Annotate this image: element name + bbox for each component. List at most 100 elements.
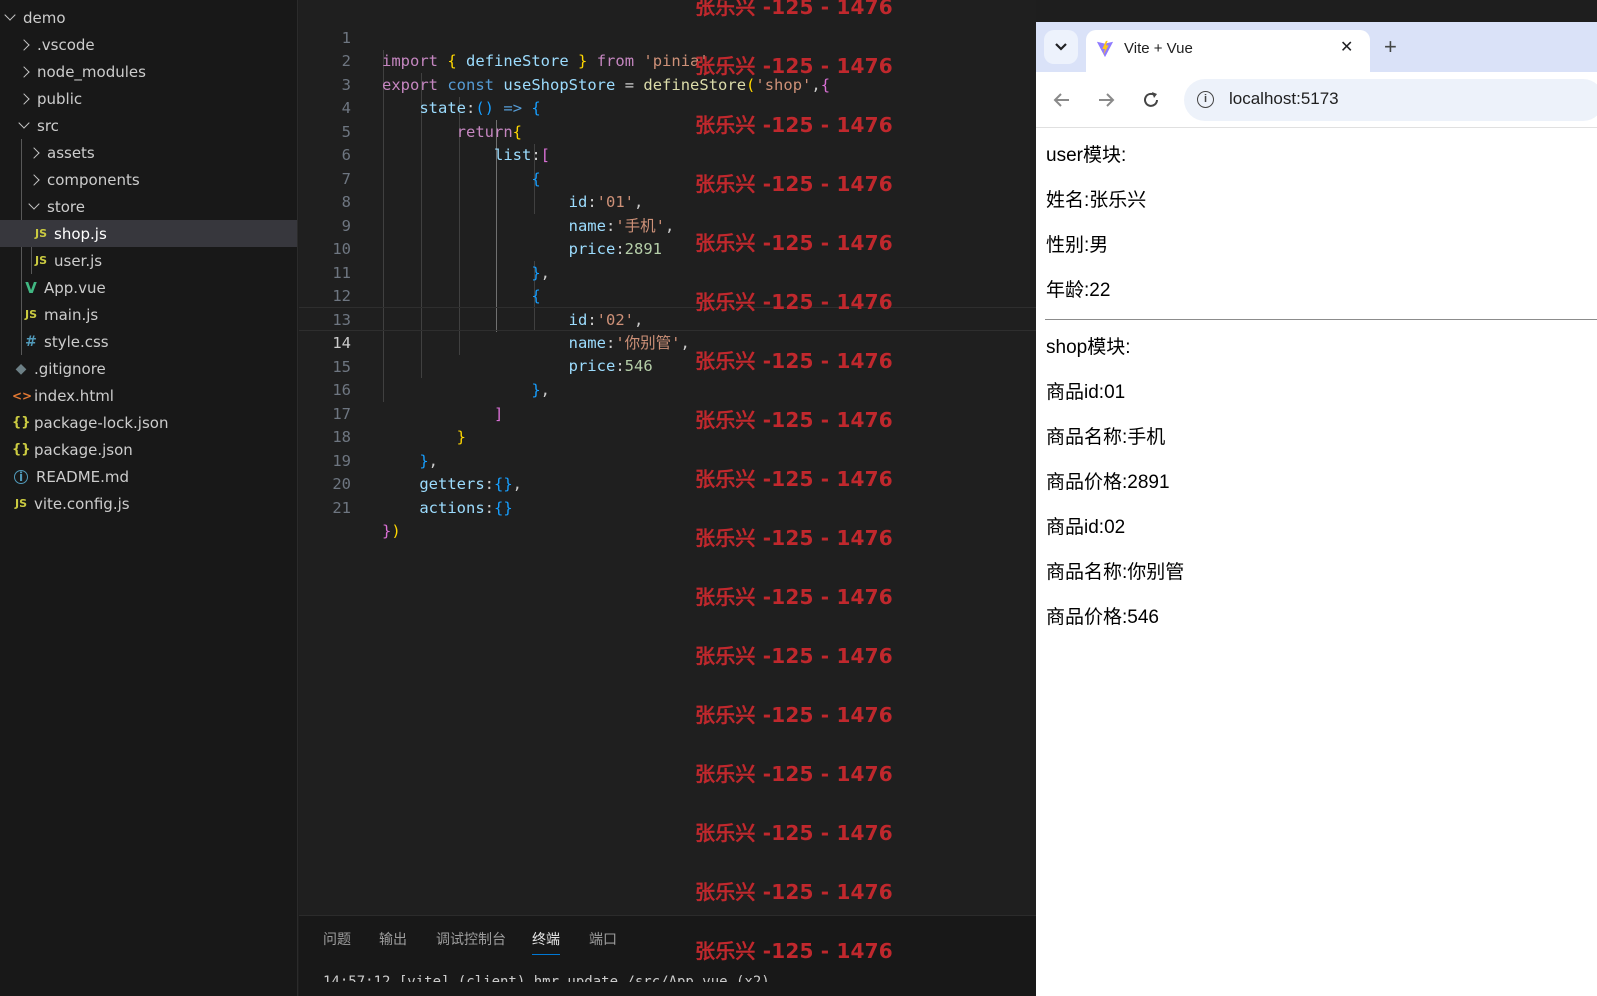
json-file-icon: {} xyxy=(12,415,31,430)
code-line: 15 }, xyxy=(299,332,1036,400)
code-line: 2 export const useShopStore = defineStor… xyxy=(299,27,1036,94)
bottom-panel: 问题 输出 调试控制台 终端 端口 14:57:12 [vite] (clien… xyxy=(299,915,1036,996)
url-text: localhost:5173 xyxy=(1229,89,1339,108)
code-line: 21 }) xyxy=(299,473,1036,541)
tree-item-main-js[interactable]: JS main.js xyxy=(0,301,297,328)
tree-item-shop-js[interactable]: JS shop.js xyxy=(0,220,297,247)
code-line: 18 }, xyxy=(299,403,1036,470)
tree-item-label: package.json xyxy=(34,440,133,459)
file-explorer: demo .vscode node_modules public src ass… xyxy=(0,0,298,996)
code-line: 8 name:'手机', xyxy=(299,168,1036,235)
tab-ports[interactable]: 端口 xyxy=(589,929,617,954)
tab-problems[interactable]: 问题 xyxy=(323,929,351,954)
code-line: 12 id:'02', xyxy=(299,262,1036,329)
chevron-right-icon xyxy=(28,146,40,159)
code-line: 6 { xyxy=(299,121,1036,188)
tree-item-assets[interactable]: assets xyxy=(0,139,297,166)
chevron-right-icon xyxy=(28,173,40,186)
tree-item-node-modules[interactable]: node_modules xyxy=(0,58,297,85)
tab-search-button[interactable] xyxy=(1044,30,1078,64)
tree-item-style-css[interactable]: # style.css xyxy=(0,328,297,355)
user-gender-text: 性别:男 xyxy=(1046,235,1109,256)
product-price-text: 商品价格:546 xyxy=(1046,607,1159,628)
tree-item-label: README.md xyxy=(36,467,130,486)
chevron-down-icon xyxy=(1055,43,1067,51)
tree-item-label: style.css xyxy=(44,332,109,351)
new-tab-icon[interactable]: + xyxy=(1384,34,1397,60)
user-name-text: 姓名:张乐兴 xyxy=(1046,190,1147,211)
browser-window: Vite + Vue ✕ + i localhost:5173 user模块: … xyxy=(1036,22,1597,996)
tree-item-store[interactable]: store xyxy=(0,193,297,220)
tree-item-label: components xyxy=(47,170,140,189)
tree-item-label: shop.js xyxy=(54,224,107,243)
tree-item-package-lock-json[interactable]: {} package-lock.json xyxy=(0,409,297,436)
token: ) xyxy=(391,522,401,540)
tab-title: Vite + Vue xyxy=(1124,40,1193,57)
close-icon[interactable]: ✕ xyxy=(1340,37,1353,56)
root-folder-label: demo xyxy=(23,8,66,27)
product-name-text: 商品名称:手机 xyxy=(1046,427,1166,448)
code-line: 11 { xyxy=(299,238,1036,306)
address-bar[interactable]: i localhost:5173 xyxy=(1184,79,1597,121)
js-file-icon: JS xyxy=(34,227,47,240)
site-info-icon[interactable]: i xyxy=(1197,91,1214,108)
browser-toolbar: i localhost:5173 xyxy=(1036,72,1597,128)
back-arrow-icon[interactable] xyxy=(1052,90,1072,110)
browser-tab-active[interactable]: Vite + Vue ✕ xyxy=(1086,30,1370,72)
code-line: 13 name:'你别管', xyxy=(299,285,1036,353)
code-line: 1 import { defineStore } from 'pinia' xyxy=(299,3,1036,71)
tab-output[interactable]: 输出 xyxy=(379,929,407,954)
tree-item-public[interactable]: public xyxy=(0,85,297,112)
tree-item-gitignore[interactable]: ◆ .gitignore xyxy=(0,355,297,382)
tree-item-vite-config-js[interactable]: JS vite.config.js xyxy=(0,490,297,517)
shop-module-heading: shop模块: xyxy=(1046,337,1131,358)
tree-item-label: public xyxy=(37,89,83,108)
code-text: actions:{} xyxy=(382,497,513,521)
user-module-heading: user模块: xyxy=(1046,145,1127,166)
tab-debug-console[interactable]: 调试控制台 xyxy=(436,929,506,954)
tab-strip: Vite + Vue ✕ + xyxy=(1036,22,1597,72)
chevron-down-icon xyxy=(4,9,16,21)
tree-item-label: .gitignore xyxy=(34,359,106,378)
tree-item-label: index.html xyxy=(34,386,114,405)
code-line: 19 getters:{}, xyxy=(299,426,1036,494)
token: actions xyxy=(419,498,485,517)
reload-icon[interactable] xyxy=(1141,90,1161,110)
terminal-output-line: 14:57:12 [vite] (client) hmr update /src… xyxy=(323,974,770,982)
product-id-text: 商品id:02 xyxy=(1046,517,1126,538)
css-file-icon: # xyxy=(25,333,37,350)
code-line: 17 } xyxy=(299,379,1036,447)
code-line: 10 }, xyxy=(299,215,1036,282)
tree-item-label: vite.config.js xyxy=(34,494,130,513)
tree-item-vscode[interactable]: .vscode xyxy=(0,31,297,58)
code-editor[interactable]: 1 import { defineStore } from 'pinia' 2 … xyxy=(299,0,1036,915)
code-line-current: 14 price:546 xyxy=(299,307,1036,375)
line-number: 21 xyxy=(332,498,351,517)
tree-item-label: store xyxy=(47,197,85,216)
token: } xyxy=(382,522,392,540)
git-file-icon: ◆ xyxy=(15,360,27,377)
chevron-right-icon xyxy=(18,38,30,51)
tree-item-label: App.vue xyxy=(44,278,106,297)
token: : xyxy=(484,498,494,517)
tree-item-label: main.js xyxy=(44,305,99,324)
tree-item-components[interactable]: components xyxy=(0,166,297,193)
tree-item-src[interactable]: src xyxy=(0,112,297,139)
tree-item-app-vue[interactable]: V App.vue xyxy=(0,274,297,301)
explorer-root-folder[interactable]: demo xyxy=(0,4,297,31)
tab-terminal[interactable]: 终端 xyxy=(532,929,560,955)
token: {} xyxy=(494,498,513,517)
tree-item-index-html[interactable]: <> index.html xyxy=(0,382,297,409)
code-line: 20 actions:{} xyxy=(299,450,1036,517)
js-file-icon: JS xyxy=(24,308,37,321)
tree-item-label: user.js xyxy=(54,251,103,270)
tree-item-readme[interactable]: i README.md xyxy=(0,463,297,490)
forward-arrow-icon[interactable] xyxy=(1096,90,1116,110)
tree-item-package-json[interactable]: {} package.json xyxy=(0,436,297,463)
code-line: 3 state:() => { xyxy=(299,50,1036,118)
js-file-icon: JS xyxy=(14,497,27,510)
code-line: 16 ] xyxy=(299,356,1036,423)
product-id-text: 商品id:01 xyxy=(1046,382,1126,403)
chevron-down-icon xyxy=(28,198,40,210)
tree-item-user-js[interactable]: JS user.js xyxy=(0,247,297,274)
